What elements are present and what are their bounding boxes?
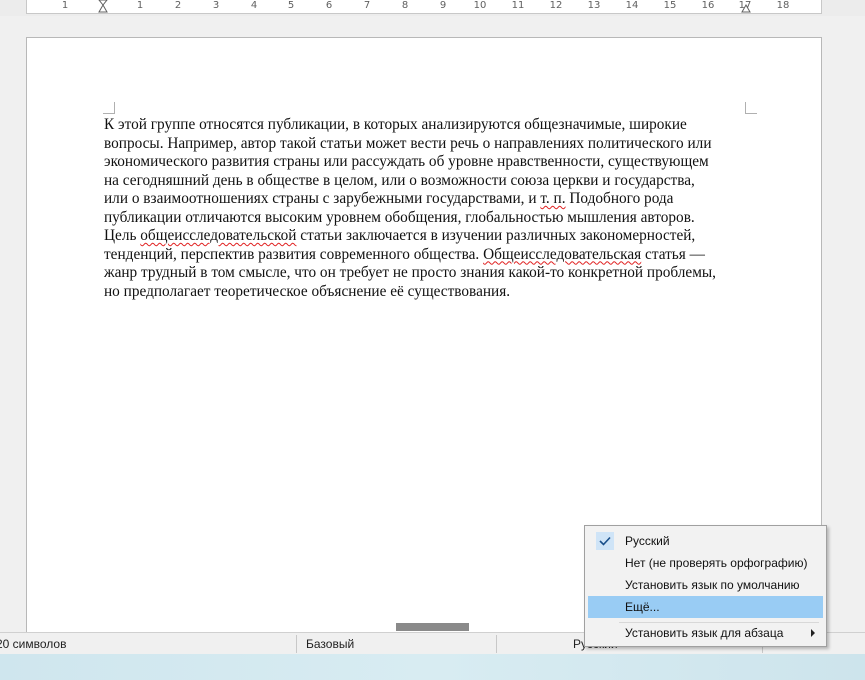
menu-item-label: Нет (не проверять орфографию) bbox=[625, 556, 808, 570]
text-line: публикации отличаются высоким уровнем об… bbox=[104, 208, 695, 226]
text-segment: Подобного рода bbox=[565, 190, 674, 207]
checkmark-icon bbox=[596, 532, 614, 550]
ruler-number: 10 bbox=[473, 0, 487, 11]
ruler-number: 1 bbox=[61, 0, 69, 11]
ruler-number: 9 bbox=[439, 0, 447, 11]
text-boundary-corner bbox=[103, 102, 115, 114]
menu-item-no-spellcheck[interactable]: Нет (не проверять орфографию) bbox=[588, 552, 823, 574]
menu-item-set-paragraph-language[interactable]: Установить язык для абзаца bbox=[588, 622, 823, 644]
horizontal-ruler[interactable]: 1 1 2 3 4 5 6 7 8 9 10 11 12 13 14 15 16… bbox=[0, 0, 865, 16]
text-line: экономического развития страны или рассу… bbox=[104, 153, 709, 170]
ruler-number: 11 bbox=[511, 0, 525, 11]
text-line: тенденций, перспектив развития современн… bbox=[104, 246, 754, 265]
left-indent-marker[interactable] bbox=[98, 0, 108, 14]
text-line: на сегодняшний день в обществе в целом, … bbox=[104, 171, 695, 189]
ruler-number: 8 bbox=[401, 0, 409, 11]
submenu-arrow-icon bbox=[811, 629, 815, 637]
text-segment: Цель bbox=[104, 227, 141, 244]
ruler-number: 18 bbox=[776, 0, 790, 11]
ruler-number: 16 bbox=[701, 0, 715, 11]
menu-item-label: Установить язык для абзаца bbox=[625, 626, 784, 640]
text-line: К этой группе относятся публикации, в ко… bbox=[104, 116, 687, 133]
horizontal-scroll-thumb[interactable] bbox=[396, 623, 469, 631]
ruler-number: 12 bbox=[549, 0, 563, 11]
page-style[interactable]: Базовый bbox=[306, 637, 354, 651]
ruler-number: 3 bbox=[212, 0, 220, 11]
text-segment: статьи заключается в изучении различных … bbox=[296, 227, 696, 244]
ruler-number: 14 bbox=[625, 0, 639, 11]
text-line: вопросы. Например, автор такой статьи мо… bbox=[104, 134, 712, 152]
ruler-number: 2 bbox=[174, 0, 182, 11]
text-line: жанр трудный в том смысле, что он требуе… bbox=[104, 264, 717, 281]
text-line: или о взаимоотношениях страны с зарубежн… bbox=[104, 190, 754, 209]
ruler-number: 15 bbox=[663, 0, 677, 11]
ruler-number: 13 bbox=[587, 0, 601, 11]
taskbar bbox=[0, 654, 865, 680]
text-segment: тенденций, перспектив развития современн… bbox=[104, 245, 484, 263]
document-text[interactable]: К этой группе относятся публикации, в ко… bbox=[104, 116, 754, 301]
ruler-number: 5 bbox=[287, 0, 295, 11]
menu-item-label: Установить язык по умолчанию bbox=[625, 578, 800, 592]
ruler-number: 4 bbox=[250, 0, 258, 11]
text-boundary-corner bbox=[745, 102, 757, 114]
ruler-bar[interactable]: 1 1 2 3 4 5 6 7 8 9 10 11 12 13 14 15 16… bbox=[26, 0, 822, 14]
misspelled-word[interactable]: т. п. bbox=[540, 190, 565, 207]
menu-item-label: Ещё... bbox=[625, 600, 660, 614]
ruler-number: 1 bbox=[136, 0, 144, 11]
text-segment: или о взаимоотношениях страны с зарубежн… bbox=[104, 190, 541, 207]
menu-item-label: Русский bbox=[625, 534, 670, 548]
text-segment: статья — bbox=[641, 245, 705, 263]
word-count[interactable]: 20 символов bbox=[0, 637, 66, 651]
menu-item-set-default-language[interactable]: Установить язык по умолчанию bbox=[588, 574, 823, 596]
menu-item-more[interactable]: Ещё... bbox=[588, 596, 823, 618]
status-separator bbox=[296, 635, 297, 653]
text-line: Цель общеисследовательской статьи заключ… bbox=[104, 227, 754, 246]
misspelled-word[interactable]: общеисследовательской bbox=[140, 227, 296, 244]
text-line: но предполагает теоретическое объяснение… bbox=[104, 282, 511, 300]
ruler-number: 6 bbox=[325, 0, 333, 11]
status-separator bbox=[496, 635, 497, 653]
misspelled-word[interactable]: Общеисследовательская bbox=[483, 246, 641, 263]
menu-item-russian[interactable]: Русский bbox=[588, 530, 823, 552]
ruler-number: 7 bbox=[363, 0, 371, 11]
language-context-menu: Русский Нет (не проверять орфографию) Ус… bbox=[584, 525, 827, 647]
ruler-number: 17 bbox=[738, 0, 752, 11]
